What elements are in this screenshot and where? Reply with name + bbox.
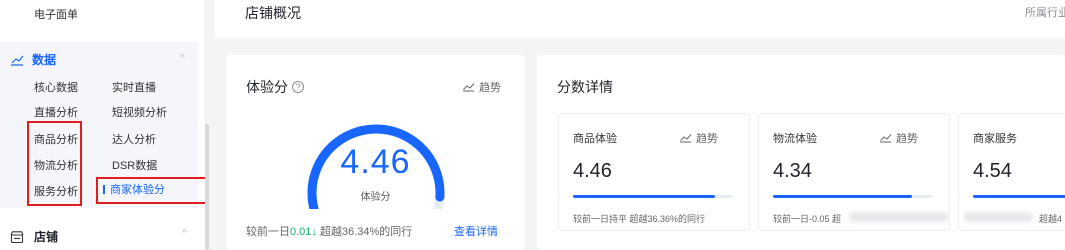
page-header: 店铺概况 所属行业 — [215, 0, 1065, 38]
logistics-experience-progress — [773, 195, 933, 198]
progress-fill — [973, 195, 1065, 198]
logistics-experience-name: 物流体验 — [773, 133, 817, 145]
sidebar-scrollbar[interactable] — [205, 124, 209, 250]
experience-score-title: 体验分 — [246, 79, 288, 95]
industry-label[interactable]: 所属行业 — [1025, 4, 1065, 20]
sidebar-item-dsr-data[interactable]: DSR数据 — [112, 157, 157, 173]
merchant-service-name: 商家服务 — [973, 133, 1017, 145]
sidebar-item-electronic-waybill[interactable]: 电子面单 — [34, 6, 78, 22]
trend-label: 趋势 — [479, 82, 501, 94]
sidebar-group-store[interactable]: 店铺 ^ — [10, 228, 187, 245]
chevron-up-icon[interactable]: ^ — [180, 53, 185, 64]
score-detail-title: 分数详情 — [557, 79, 613, 95]
merchant-service-footer: 超越4 — [1039, 214, 1063, 224]
trend-label: 趋势 — [696, 133, 718, 145]
sidebar-item-short-video-analysis[interactable]: 短视频分析 — [112, 104, 167, 120]
sidebar-group-data-header[interactable]: 数据 ^ — [10, 51, 185, 68]
help-icon[interactable]: ? — [292, 81, 304, 93]
highlight-box-right — [96, 177, 209, 204]
progress-fill — [573, 195, 716, 198]
product-experience-name: 商品体验 — [573, 133, 617, 145]
compare-prefix: 较前一日 — [246, 226, 290, 238]
experience-trend-button[interactable]: 趋势 — [462, 79, 501, 95]
sidebar-group-store-title: 店铺 — [34, 230, 59, 244]
trend-icon — [680, 134, 692, 143]
chevron-up-icon[interactable]: ^ — [182, 228, 187, 239]
logistics-experience-value: 4.34 — [773, 160, 812, 182]
progress-fill — [773, 195, 913, 198]
score-detail-card: 分数详情 商品体验 趋势 4.46 较前一日持平 超越36.36%的同行 物流体… — [537, 55, 1065, 250]
experience-score-card: 体验分 ? 趋势 4.46 体验分 较前一日0.01↓ 超越36.34%的同行 … — [226, 55, 525, 250]
product-experience-value: 4.46 — [573, 160, 612, 182]
sidebar-item-influencer-analysis[interactable]: 达人分析 — [112, 131, 156, 147]
compare-delta: 0.01 — [290, 226, 312, 238]
sidebar-group-data-title: 数据 — [32, 53, 57, 67]
highlight-box-left — [27, 121, 82, 206]
product-experience-footer: 较前一日持平 超越36.36%的同行 — [573, 214, 706, 224]
down-arrow-icon: ↓ — [311, 226, 317, 238]
sidebar: 电子面单 数据 ^ 核心数据 实时直播 直播分析 短视频分析 商品分析 达人分析… — [0, 0, 209, 250]
experience-score-title-row: 体验分 ? — [246, 77, 304, 97]
experience-score-label: 体验分 — [360, 192, 391, 203]
chart-icon — [11, 55, 24, 66]
merchant-service-card[interactable]: 商家服务 4.54 超越4 — [958, 113, 1065, 231]
product-experience-card[interactable]: 商品体验 趋势 4.46 较前一日持平 超越36.36%的同行 — [558, 113, 750, 231]
logistics-experience-card[interactable]: 物流体验 趋势 4.34 较前一日-0.05 超 — [758, 113, 950, 231]
redacted-blur — [849, 212, 949, 222]
trend-icon — [880, 134, 892, 143]
trend-label: 趋势 — [896, 133, 918, 145]
page-title: 店铺概况 — [245, 5, 301, 21]
view-details-link[interactable]: 查看详情 — [454, 223, 498, 239]
product-experience-progress — [573, 195, 733, 198]
trend-icon — [463, 83, 475, 92]
merchant-service-progress — [973, 195, 1065, 198]
sidebar-item-live-analysis[interactable]: 直播分析 — [34, 104, 78, 120]
logistics-experience-footer: 较前一日-0.05 超 — [773, 214, 842, 224]
logistics-trend-button[interactable]: 趋势 — [879, 130, 918, 146]
product-trend-button[interactable]: 趋势 — [679, 130, 718, 146]
compare-suffix: 超越36.34%的同行 — [319, 226, 413, 238]
store-icon — [10, 230, 24, 243]
experience-score-value: 4.46 — [340, 143, 411, 181]
sidebar-item-live-realtime[interactable]: 实时直播 — [112, 79, 156, 95]
experience-compare-text: 较前一日0.01↓ 超越36.34%的同行 — [246, 223, 412, 239]
merchant-service-value: 4.54 — [973, 160, 1012, 182]
redacted-blur — [963, 212, 1033, 222]
sidebar-item-core-data[interactable]: 核心数据 — [34, 79, 78, 95]
